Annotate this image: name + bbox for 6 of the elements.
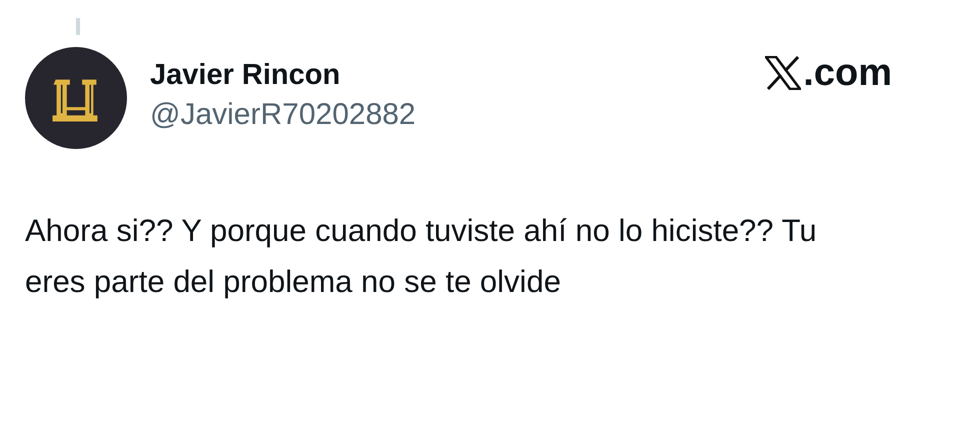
x-logo-icon bbox=[765, 56, 802, 90]
site-domain: .com bbox=[803, 52, 892, 94]
avatar-icon bbox=[25, 47, 127, 149]
author-name: Javier Rincon bbox=[150, 58, 342, 93]
author-handle: @JavierR70202882 bbox=[150, 97, 416, 133]
tweet-text: Ahora si?? Y porque cuando tuviste ahí no lo hiciste?? Tu eres parte del problema no se te olvide bbox=[25, 212, 818, 301]
